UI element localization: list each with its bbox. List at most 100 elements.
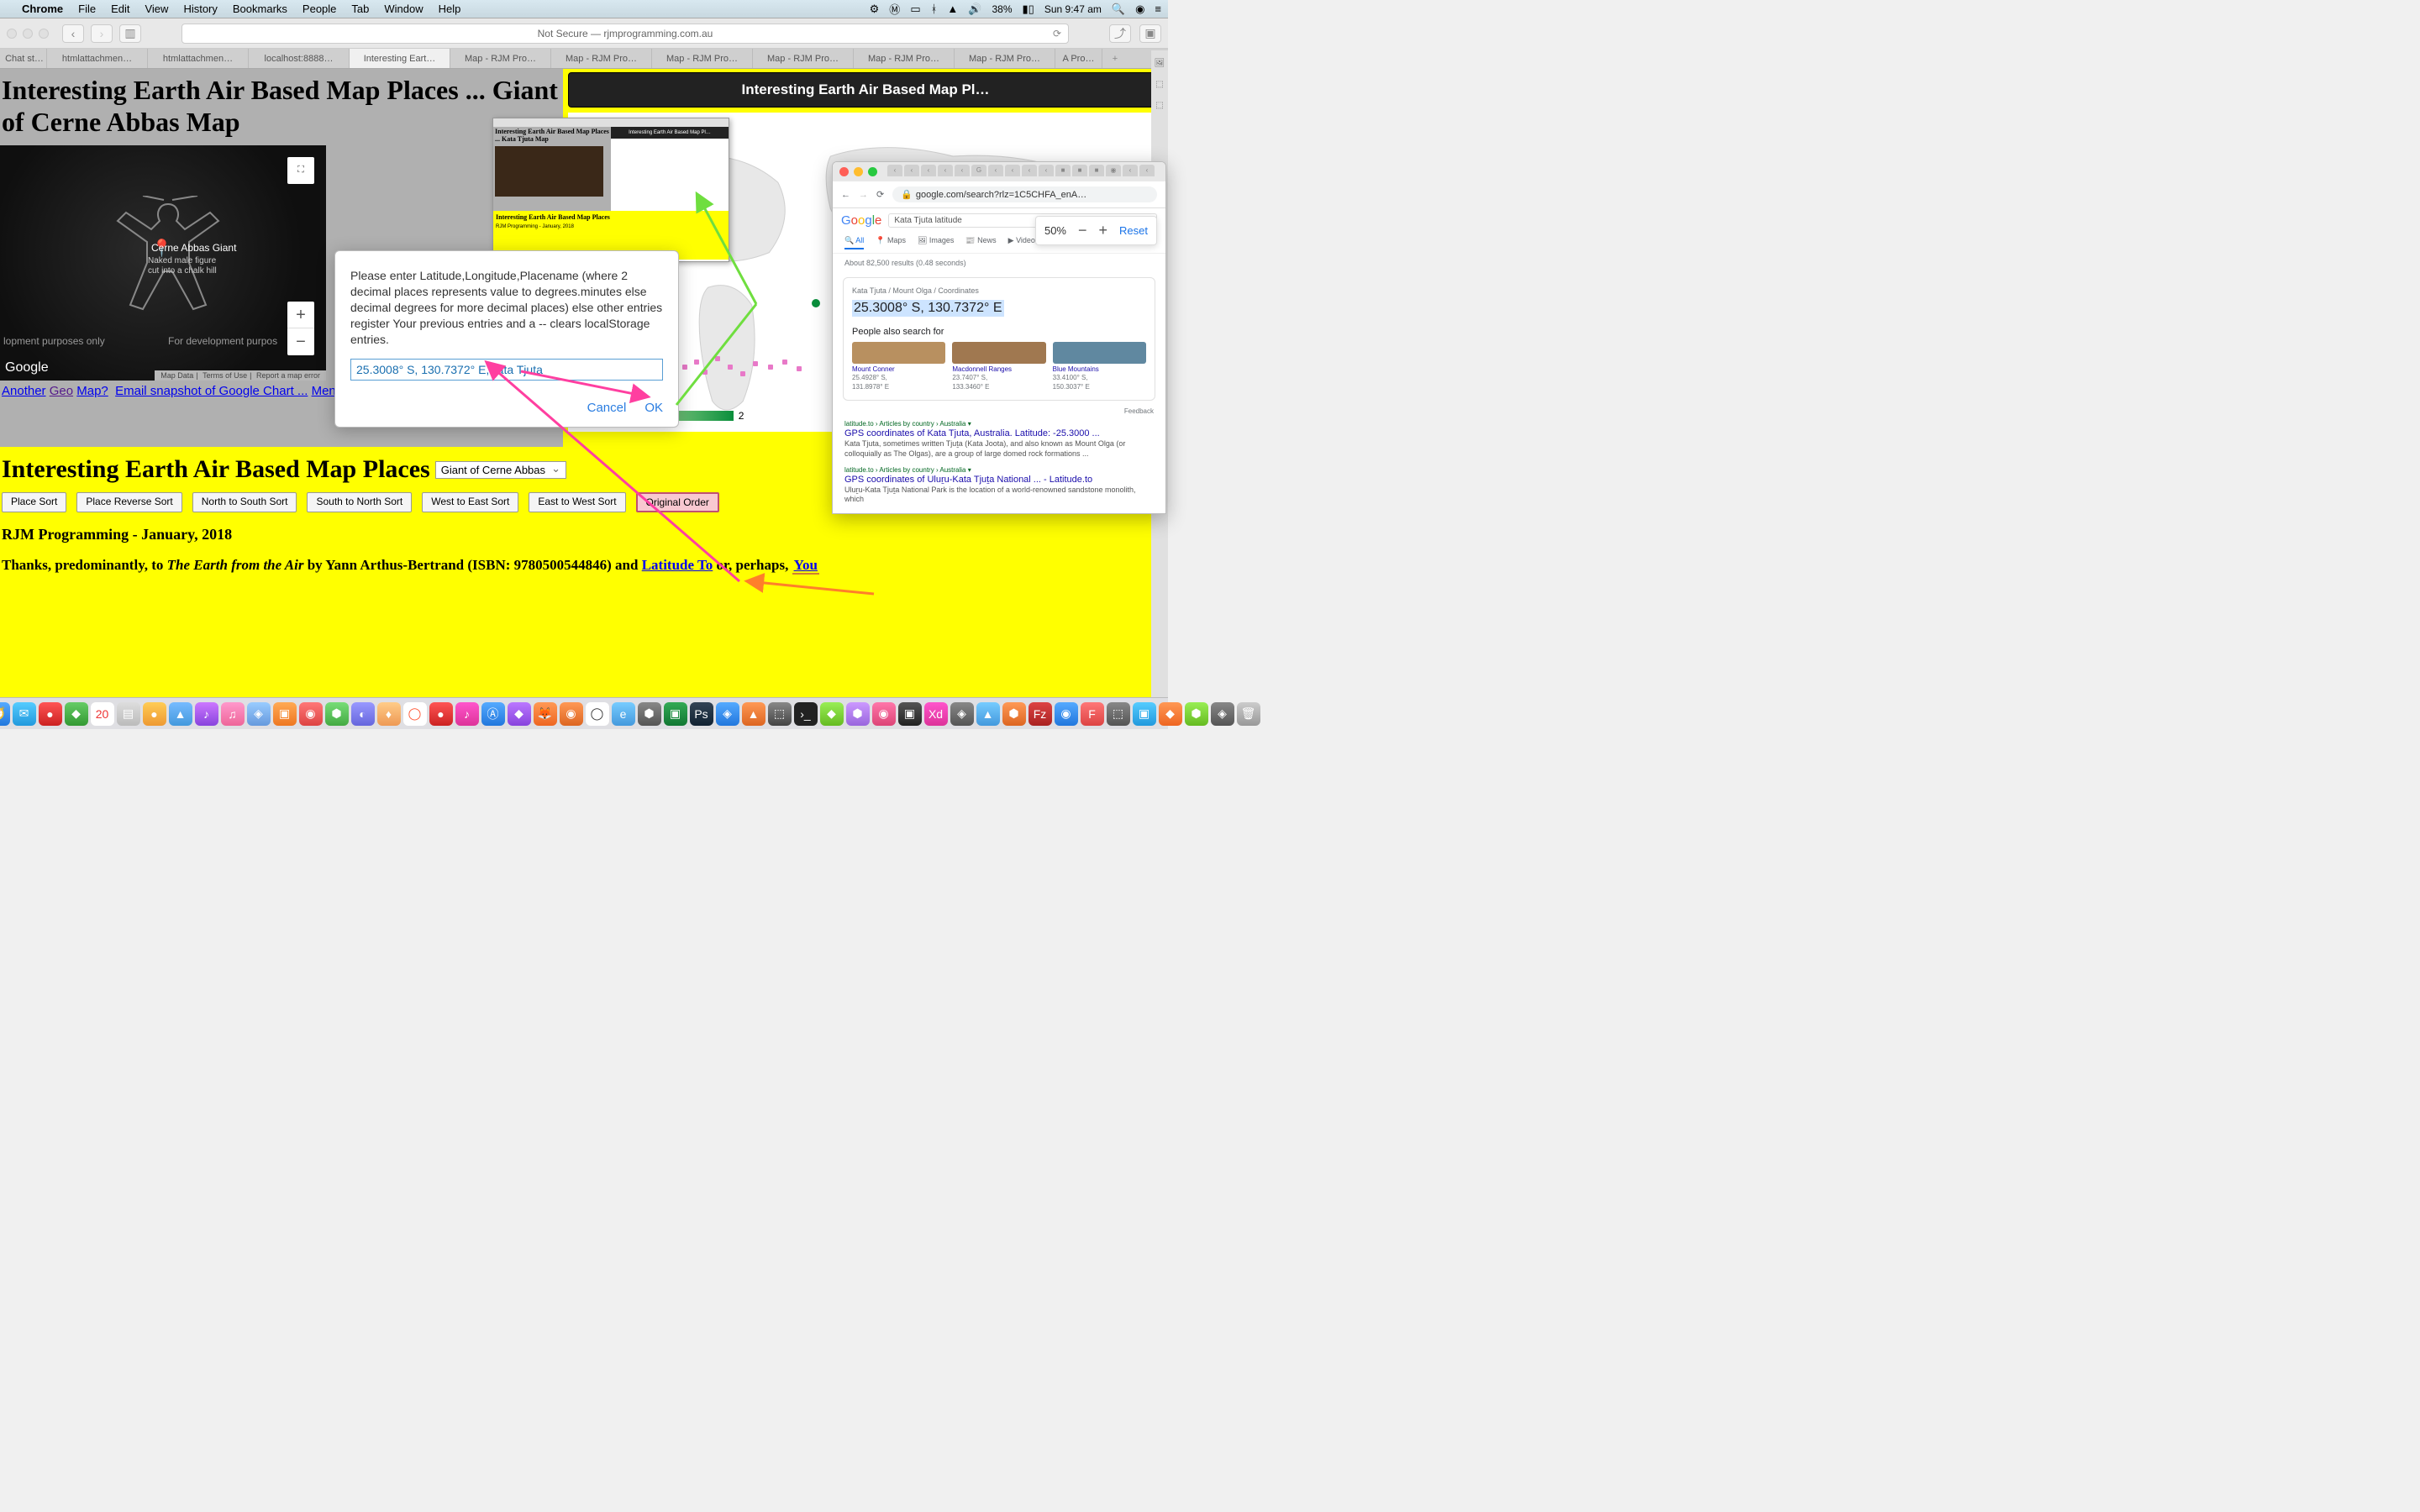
battery-icon[interactable]: ▮▯ bbox=[1023, 3, 1034, 16]
close-button[interactable] bbox=[7, 29, 17, 39]
popup-fwd[interactable]: → bbox=[859, 190, 868, 200]
dock-app32[interactable]: ▲ bbox=[976, 702, 1000, 726]
tab-6[interactable]: Map - RJM Pro… bbox=[551, 49, 652, 68]
you-link[interactable]: You bbox=[792, 557, 819, 575]
menubar-icon-2[interactable]: Ⓜ bbox=[889, 1, 900, 17]
dock-chrome[interactable]: ◯ bbox=[586, 702, 609, 726]
map-marker-title[interactable]: Cerne Abbas Giant bbox=[151, 242, 236, 254]
popup-url[interactable]: 🔒google.com/search?rlz=1C5CHFA_enA… bbox=[892, 186, 1157, 202]
dock-ps[interactable]: Ps bbox=[690, 702, 713, 726]
dock-trash[interactable]: 🗑 bbox=[1237, 702, 1260, 726]
dock-app5[interactable]: ● bbox=[143, 702, 166, 726]
maximize-button[interactable] bbox=[39, 29, 49, 39]
dock-app10[interactable]: ▣ bbox=[273, 702, 297, 726]
dock-app16[interactable]: ● bbox=[429, 702, 453, 726]
tabs-button[interactable]: ▣ bbox=[1139, 24, 1161, 43]
spotlight-icon[interactable]: 🔍 bbox=[1112, 3, 1125, 16]
clock[interactable]: Sun 9:47 am bbox=[1044, 3, 1102, 15]
dock-app36[interactable]: ⬚ bbox=[1107, 702, 1130, 726]
search-result-1[interactable]: latitude.to › Articles by country › Aust… bbox=[833, 417, 1165, 462]
menu-history[interactable]: History bbox=[183, 3, 217, 15]
dock-app25[interactable]: ▲ bbox=[742, 702, 765, 726]
popup-max[interactable] bbox=[868, 167, 877, 176]
search-result-2[interactable]: latitude.to › Articles by country › Aust… bbox=[833, 463, 1165, 508]
menu-file[interactable]: File bbox=[78, 3, 96, 15]
dock-app39[interactable]: ⬢ bbox=[1185, 702, 1208, 726]
dock-app37[interactable]: ▣ bbox=[1133, 702, 1156, 726]
geo-marker-green[interactable] bbox=[810, 297, 822, 309]
back-button[interactable]: ‹ bbox=[62, 24, 84, 43]
siri-icon[interactable]: ◉ bbox=[1135, 3, 1144, 16]
sidebar-button[interactable]: ▥ bbox=[119, 24, 141, 43]
tab-11[interactable]: A Pro… bbox=[1055, 49, 1102, 68]
forward-button[interactable]: › bbox=[91, 24, 113, 43]
menubar-icon-1[interactable]: ⚙ bbox=[870, 3, 880, 16]
google-map[interactable]: 📍 Cerne Abbas Giant Naked male figure cu… bbox=[0, 145, 326, 381]
share-button[interactable]: ⤴ bbox=[1109, 24, 1131, 43]
menu-window[interactable]: Window bbox=[384, 3, 423, 15]
terms-link[interactable]: Terms of Use bbox=[203, 371, 247, 380]
dock-app20[interactable]: ◉ bbox=[560, 702, 583, 726]
dock-appstore[interactable]: Ⓐ bbox=[481, 702, 505, 726]
gnav-videos[interactable]: ▶ Videos bbox=[1008, 236, 1039, 249]
sort-w2e[interactable]: West to East Sort bbox=[422, 492, 518, 512]
feedback-link[interactable]: Feedback bbox=[833, 406, 1165, 417]
dock-app3[interactable]: ◆ bbox=[65, 702, 88, 726]
zoom-reset[interactable]: Reset bbox=[1119, 224, 1148, 237]
tab-3[interactable]: localhost:8888… bbox=[249, 49, 350, 68]
popup-close[interactable] bbox=[839, 167, 849, 176]
sort-place-rev[interactable]: Place Reverse Sort bbox=[76, 492, 182, 512]
dock-app24[interactable]: ◈ bbox=[716, 702, 739, 726]
dock-app17[interactable]: ♪ bbox=[455, 702, 479, 726]
dock-app19[interactable]: 🦊 bbox=[534, 702, 557, 726]
menu-help[interactable]: Help bbox=[439, 3, 461, 15]
dock-app29[interactable]: ◉ bbox=[872, 702, 896, 726]
notification-icon[interactable]: ≡ bbox=[1155, 3, 1161, 15]
sort-original[interactable]: Original Order bbox=[636, 492, 719, 512]
tab-9[interactable]: Map - RJM Pro… bbox=[854, 49, 955, 68]
menu-edit[interactable]: Edit bbox=[111, 3, 129, 15]
sort-place[interactable]: Place Sort bbox=[2, 492, 66, 512]
sort-s2n[interactable]: South to North Sort bbox=[307, 492, 412, 512]
dock-app15[interactable]: ◯ bbox=[403, 702, 427, 726]
tab-0[interactable]: Chat st… bbox=[0, 49, 47, 68]
prompt-input[interactable] bbox=[350, 359, 663, 381]
tab-7[interactable]: Map - RJM Pro… bbox=[652, 49, 753, 68]
dock-app11[interactable]: ◉ bbox=[299, 702, 323, 726]
reload-icon[interactable]: ⟳ bbox=[1053, 28, 1061, 39]
dock-app38[interactable]: ◆ bbox=[1159, 702, 1182, 726]
dock-app30[interactable]: ▣ bbox=[898, 702, 922, 726]
bluetooth-icon[interactable]: ᚼ bbox=[931, 3, 938, 15]
place-select[interactable]: Giant of Cerne Abbas bbox=[435, 461, 566, 479]
dock-mail[interactable]: ✉ bbox=[13, 702, 36, 726]
dock-filezilla[interactable]: Fz bbox=[1028, 702, 1052, 726]
menu-tab[interactable]: Tab bbox=[351, 3, 369, 15]
gnav-images[interactable]: 🖼 Images bbox=[918, 236, 954, 249]
address-bar[interactable]: Not Secure — rjmprogramming.com.au ⟳ bbox=[182, 24, 1069, 44]
tab-2[interactable]: htmlattachmen… bbox=[148, 49, 249, 68]
pas-item-2[interactable]: Blue Mountains 33.4100° S, 150.3037° E bbox=[1053, 342, 1146, 391]
tab-10[interactable]: Map - RJM Pro… bbox=[955, 49, 1055, 68]
menu-people[interactable]: People bbox=[302, 3, 336, 15]
tab-8[interactable]: Map - RJM Pro… bbox=[753, 49, 854, 68]
dock-app18[interactable]: ◆ bbox=[508, 702, 531, 726]
cancel-button[interactable]: Cancel bbox=[587, 401, 627, 415]
menu-bookmarks[interactable]: Bookmarks bbox=[233, 3, 287, 15]
tab-5[interactable]: Map - RJM Pro… bbox=[450, 49, 551, 68]
gnav-maps[interactable]: 📍 Maps bbox=[876, 236, 906, 249]
dock-safari[interactable]: 🧭 bbox=[0, 702, 10, 726]
popup-back[interactable]: ← bbox=[841, 190, 850, 200]
gnav-news[interactable]: 📰 News bbox=[965, 236, 996, 249]
zoom-in-button[interactable]: + bbox=[287, 302, 314, 328]
menu-view[interactable]: View bbox=[145, 3, 168, 15]
dock-calendar[interactable]: 20 bbox=[91, 702, 114, 726]
report-link[interactable]: Report a map error bbox=[256, 371, 320, 380]
dock-app9[interactable]: ◈ bbox=[247, 702, 271, 726]
app-name[interactable]: Chrome bbox=[22, 3, 63, 15]
dock-app22[interactable]: ⬢ bbox=[638, 702, 661, 726]
wifi-icon[interactable]: ▲ bbox=[947, 3, 958, 15]
zoom-out[interactable]: − bbox=[1078, 222, 1087, 239]
dock-app27[interactable]: ◆ bbox=[820, 702, 844, 726]
dock-app12[interactable]: ⬢ bbox=[325, 702, 349, 726]
volume-icon[interactable]: 🔊 bbox=[968, 3, 981, 16]
